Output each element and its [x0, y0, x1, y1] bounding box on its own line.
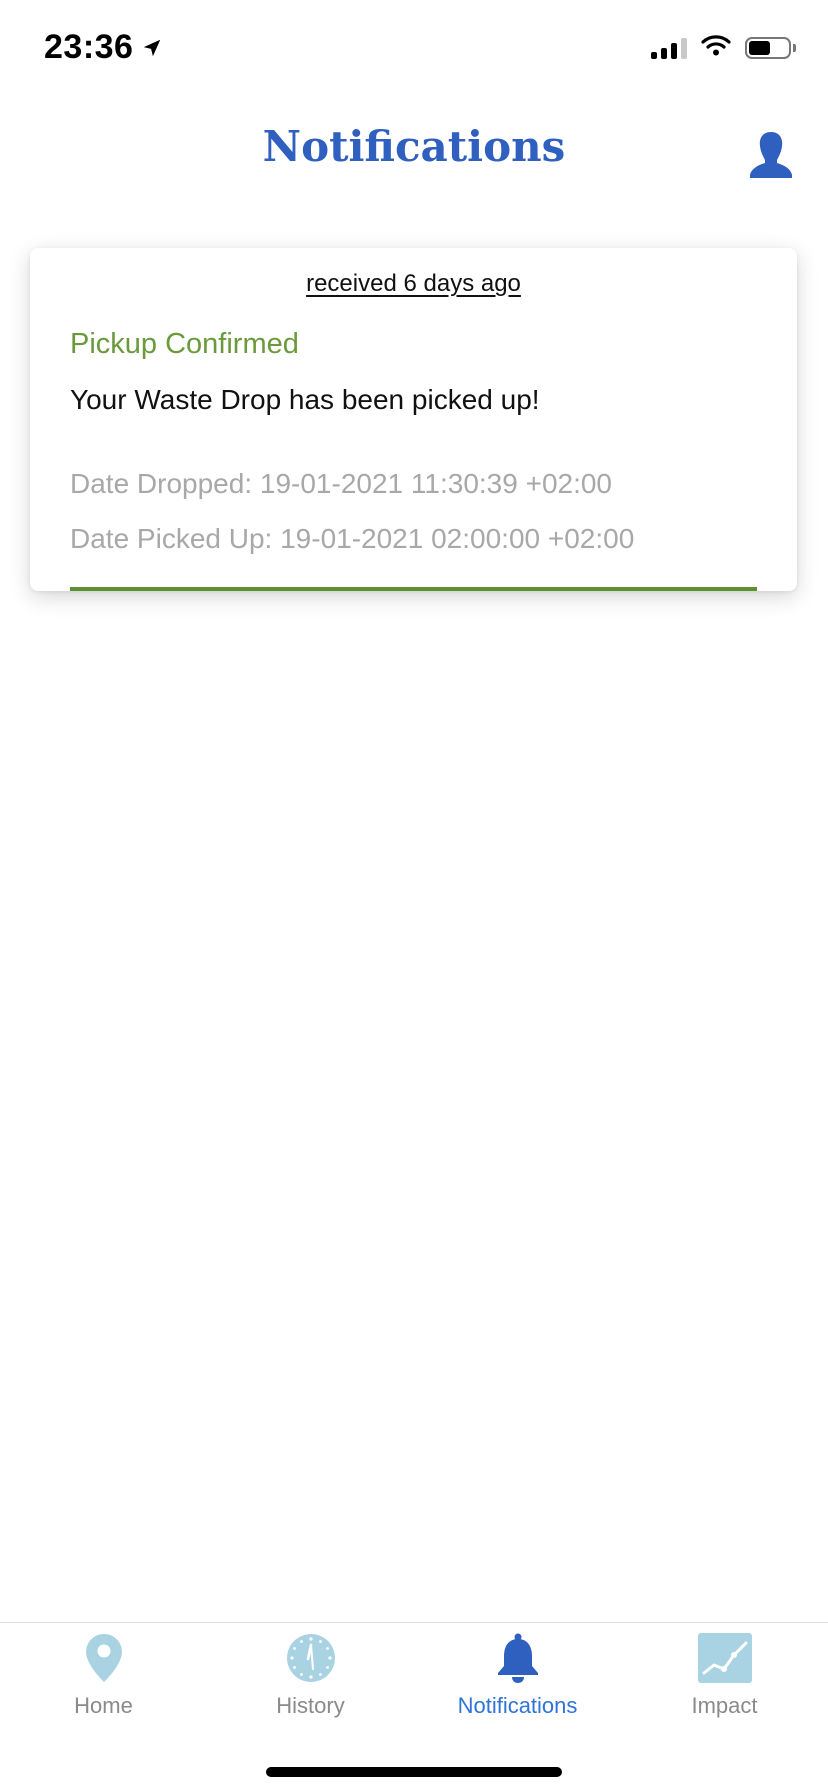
status-icons: [651, 34, 796, 61]
person-icon: [748, 132, 794, 184]
header: Notifications: [0, 100, 828, 210]
date-picked-up: Date Picked Up: 19-01-2021 02:00:00 +02:…: [70, 523, 635, 554]
home-indicator[interactable]: [266, 1767, 562, 1777]
signal-icon: [651, 37, 687, 59]
date-dropped: Date Dropped: 19-01-2021 11:30:39 +02:00: [70, 468, 613, 499]
battery-icon: [745, 36, 796, 59]
tab-home-label: Home: [74, 1693, 133, 1718]
received-time: received 6 days ago: [306, 270, 521, 297]
chart-icon: [697, 1633, 752, 1683]
notification-card[interactable]: received 6 days ago Pickup Confirmed You…: [30, 248, 797, 591]
status-time: 23:36: [44, 28, 163, 67]
tab-history[interactable]: History: [207, 1623, 414, 1733]
profile-button[interactable]: [748, 130, 794, 180]
card-accent-bar: [70, 587, 757, 591]
status-time-text: 23:36: [44, 28, 134, 66]
tab-notifications[interactable]: Notifications: [414, 1623, 621, 1733]
map-pin-icon: [84, 1633, 124, 1683]
page-title: Notifications: [262, 122, 566, 171]
tab-notifications-label: Notifications: [457, 1693, 578, 1718]
notification-message: Your Waste Drop has been picked up!: [70, 384, 540, 415]
status-bar: 23:36: [0, 0, 828, 100]
wifi-icon: [701, 34, 731, 61]
bell-icon: [495, 1633, 541, 1683]
clock-icon: [286, 1633, 336, 1683]
notification-title: Pickup Confirmed: [70, 328, 299, 360]
location-arrow-icon: [141, 37, 163, 59]
tab-impact[interactable]: Impact: [621, 1623, 828, 1733]
tab-home[interactable]: Home: [0, 1623, 207, 1733]
tab-history-label: History: [276, 1693, 345, 1718]
tab-impact-label: Impact: [691, 1693, 758, 1718]
tab-bar: Home History Notifications Impact: [0, 1622, 828, 1792]
